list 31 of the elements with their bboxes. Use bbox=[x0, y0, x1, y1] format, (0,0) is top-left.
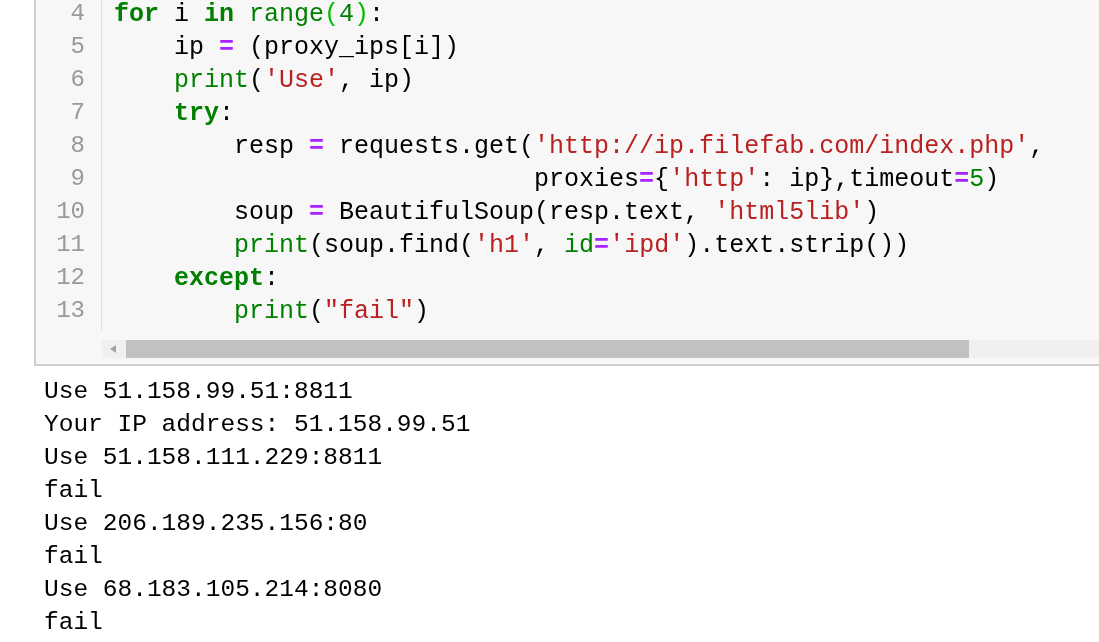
scrollbar-thumb[interactable] bbox=[126, 340, 969, 358]
output-line: Your IP address: 51.158.99.51 bbox=[44, 411, 472, 440]
line-number: 8 bbox=[69, 132, 86, 161]
line-number: 9 bbox=[69, 165, 86, 194]
output-line: fail bbox=[44, 477, 104, 506]
output-line: Use 68.183.105.214:8080 bbox=[44, 576, 384, 605]
output-line: fail bbox=[44, 609, 104, 638]
output-line: Use 51.158.111.229:8811 bbox=[44, 444, 384, 473]
line-number: 12 bbox=[55, 264, 86, 293]
line-number: 7 bbox=[69, 99, 86, 128]
line-number: 10 bbox=[55, 198, 86, 227]
code-line: ip = (proxy_ips[i]) bbox=[174, 33, 460, 64]
code-line: except: bbox=[174, 264, 280, 295]
code-line: soup = BeautifulSoup(resp.text, 'html5lib') bbox=[234, 198, 880, 229]
code-line: print('Use', ip) bbox=[174, 66, 415, 97]
line-number: 6 bbox=[69, 66, 86, 95]
code-line: try: bbox=[174, 99, 235, 130]
scroll-left-icon[interactable] bbox=[110, 345, 116, 353]
line-number: 13 bbox=[55, 297, 86, 326]
code-line: resp = requests.get('http://ip.filefab.com/index.php', bbox=[234, 132, 1045, 163]
line-number: 4 bbox=[69, 0, 86, 29]
code-line: print("fail") bbox=[234, 297, 430, 328]
line-number: 11 bbox=[55, 231, 86, 260]
output-line: fail bbox=[44, 543, 104, 572]
code-line: proxies={'http': ip},timeout=5) bbox=[533, 165, 1000, 196]
code-line: for i in range(4): bbox=[114, 0, 385, 31]
code-line: print(soup.find('h1', id='ipd').text.strip()) bbox=[234, 231, 910, 262]
line-number: 5 bbox=[69, 33, 86, 62]
output-line: Use 51.158.99.51:8811 bbox=[44, 378, 354, 407]
output-line: Use 206.189.235.156:80 bbox=[44, 510, 369, 539]
horizontal-scrollbar[interactable] bbox=[102, 340, 1099, 358]
